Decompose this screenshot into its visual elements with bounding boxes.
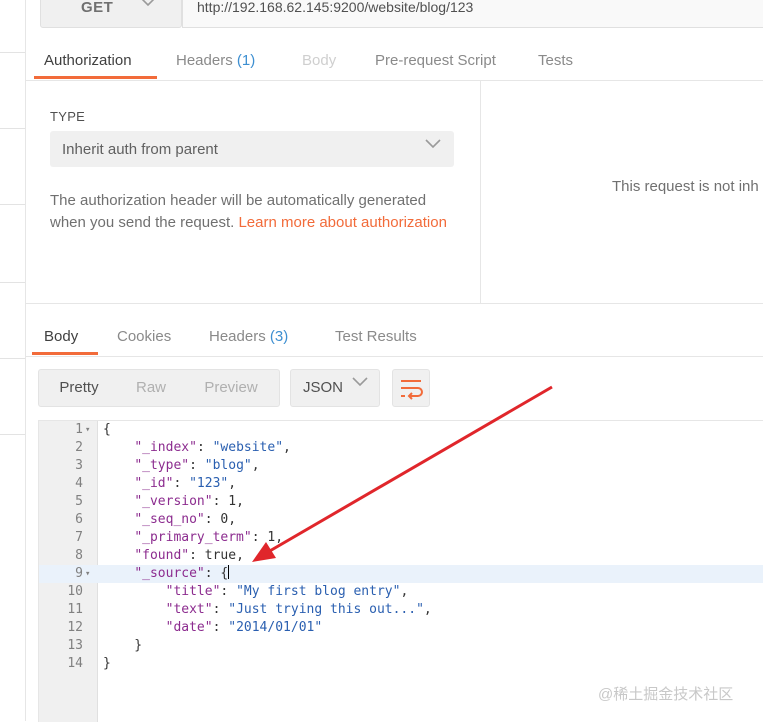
red-arrow-annotation — [252, 385, 553, 562]
watermark: @稀土掘金技术社区 — [598, 686, 734, 703]
